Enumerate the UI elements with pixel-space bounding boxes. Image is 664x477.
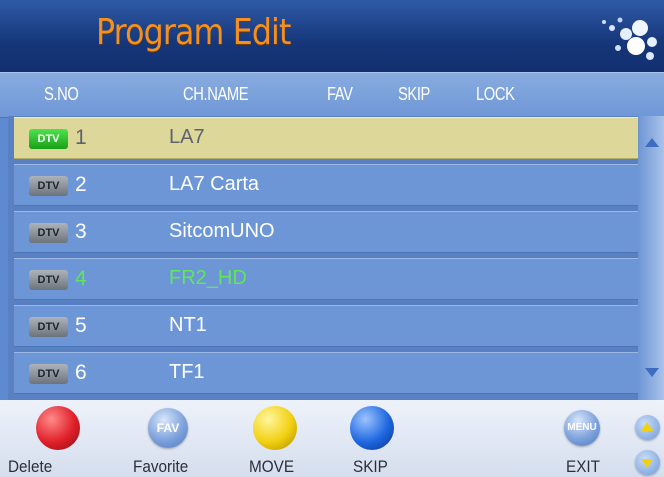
skip-label: SKIP bbox=[353, 457, 388, 476]
bubbles-logo-icon bbox=[602, 17, 657, 60]
channel-number: 6 bbox=[75, 361, 87, 384]
channel-name: SitcomUNO bbox=[169, 220, 275, 242]
channel-row-5[interactable]: DTV 5 NT1 bbox=[14, 305, 640, 347]
program-edit-screen: Program Edit S.NO CH.NAME FAV SKIP LOCK … bbox=[0, 0, 664, 477]
channel-row-2[interactable]: DTV 2 LA7 Carta bbox=[14, 164, 640, 206]
column-header-lock: LOCK bbox=[476, 84, 515, 104]
channel-name: LA7 Carta bbox=[169, 173, 260, 195]
nav-down-button[interactable] bbox=[635, 450, 660, 475]
channel-number: 4 bbox=[75, 267, 87, 290]
channel-row-4[interactable]: DTV 4 FR2_HD bbox=[14, 258, 640, 300]
channel-name: FR2_HD bbox=[169, 267, 247, 289]
page-title: Program Edit bbox=[96, 12, 291, 53]
channel-number: 1 bbox=[75, 126, 87, 149]
header-bar: Program Edit bbox=[0, 0, 664, 72]
up-arrow-icon bbox=[641, 422, 653, 431]
dtv-badge: DTV bbox=[29, 129, 68, 149]
channel-name: NT1 bbox=[169, 314, 207, 336]
column-header-bar: S.NO CH.NAME FAV SKIP LOCK bbox=[0, 72, 664, 118]
channel-name: TF1 bbox=[169, 361, 205, 383]
delete-label: Delete bbox=[8, 457, 53, 476]
channel-row-6[interactable]: DTV 6 TF1 bbox=[14, 352, 640, 394]
scroll-down-arrow-icon[interactable] bbox=[645, 368, 659, 377]
dtv-badge: DTV bbox=[29, 270, 68, 290]
move-label: MOVE bbox=[249, 457, 295, 476]
exit-label: EXIT bbox=[566, 457, 601, 476]
delete-red-button[interactable] bbox=[36, 406, 80, 450]
column-header-fav: FAV bbox=[327, 84, 353, 104]
scroll-up-arrow-icon[interactable] bbox=[645, 138, 659, 147]
column-header-skip: SKIP bbox=[398, 84, 431, 104]
dtv-badge: DTV bbox=[29, 317, 68, 337]
column-header-chname: CH.NAME bbox=[183, 84, 249, 104]
channel-number: 5 bbox=[75, 314, 87, 337]
nav-up-button[interactable] bbox=[635, 415, 660, 440]
column-header-sno: S.NO bbox=[44, 84, 79, 104]
channel-name: LA7 bbox=[169, 126, 205, 148]
list-scrollbar[interactable] bbox=[638, 116, 664, 400]
skip-blue-button[interactable] bbox=[350, 406, 394, 450]
menu-button-icon[interactable]: MENU bbox=[564, 410, 600, 446]
channel-row-3[interactable]: DTV 3 SitcomUNO bbox=[14, 211, 640, 253]
channel-list: DTV 1 LA7 DTV 2 LA7 Carta DTV 3 SitcomUN… bbox=[8, 116, 640, 400]
move-yellow-button[interactable] bbox=[253, 406, 297, 450]
channel-number: 2 bbox=[75, 173, 87, 196]
dtv-badge: DTV bbox=[29, 364, 68, 384]
channel-number: 3 bbox=[75, 220, 87, 243]
channel-row-1[interactable]: DTV 1 LA7 bbox=[14, 117, 640, 159]
dtv-badge: DTV bbox=[29, 176, 68, 196]
dtv-badge: DTV bbox=[29, 223, 68, 243]
fav-button-icon[interactable]: FAV bbox=[148, 408, 188, 448]
down-arrow-icon bbox=[641, 459, 653, 468]
favorite-label: Favorite bbox=[133, 457, 189, 476]
footer-button-bar: Delete FAV Favorite MOVE SKIP MENU EXIT bbox=[0, 400, 664, 477]
